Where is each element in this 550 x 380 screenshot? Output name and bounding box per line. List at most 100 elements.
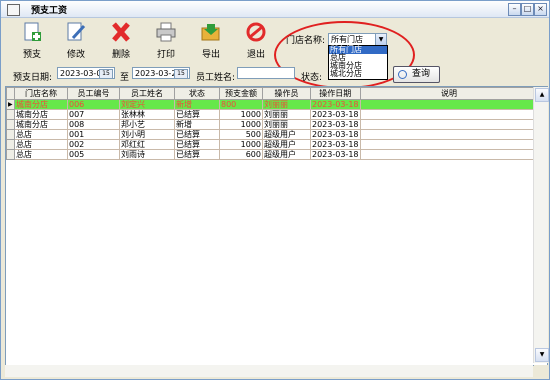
minimize-button[interactable]: –: [508, 3, 521, 16]
horizontal-scrollbar[interactable]: [5, 365, 533, 377]
resize-grip[interactable]: [534, 365, 548, 377]
row-indicator: [6, 109, 15, 120]
table-cell[interactable]: 超级用户: [262, 129, 311, 140]
delete-button[interactable]: 删除: [104, 22, 138, 62]
table-row[interactable]: 城南分店 007 张林林 已结算 1000 刘丽丽 2023-03-18: [6, 109, 539, 120]
table-cell[interactable]: 2023-03-18: [310, 129, 361, 140]
table-cell[interactable]: [359, 119, 539, 130]
table-cell[interactable]: 006: [67, 99, 120, 110]
query-label: 查询: [412, 69, 431, 79]
table-cell[interactable]: 总店: [14, 149, 68, 160]
table-cell[interactable]: 1000: [219, 119, 263, 130]
column-header[interactable]: 说明: [359, 87, 539, 100]
table-cell[interactable]: 005: [67, 149, 120, 160]
table-cell[interactable]: 刘定兴: [119, 99, 175, 110]
app-window: 预支工资 – □ × 预支 修改 删除 打印 导出 退出 门店名称: 所有门店 …: [0, 0, 550, 380]
table-cell[interactable]: 刘丽丽: [262, 119, 311, 130]
row-indicator: [6, 149, 15, 160]
vertical-scrollbar[interactable]: ▲ ▼: [533, 87, 549, 363]
employee-name-label: 员工姓名:: [196, 73, 236, 83]
advance-table: 门店名称 员工编号 员工姓名 状态 预支金额 操作员 操作日期 说明 ▶ 城南分…: [5, 86, 548, 366]
table-cell[interactable]: 001: [67, 129, 120, 140]
edit-button[interactable]: 修改: [59, 22, 93, 62]
table-cell[interactable]: 1000: [219, 139, 263, 150]
maximize-button[interactable]: □: [521, 3, 534, 16]
status-label: 状态:: [301, 73, 323, 83]
to-label: 至: [120, 73, 130, 83]
table-cell[interactable]: 2023-03-18: [310, 99, 361, 110]
export-icon: [200, 22, 222, 42]
table-cell[interactable]: 超级用户: [262, 149, 311, 160]
table-cell[interactable]: 超级用户: [262, 139, 311, 150]
column-header[interactable]: 员工姓名: [119, 87, 175, 100]
table-row[interactable]: 总店 001 刘小明 已结算 500 超级用户 2023-03-18: [6, 129, 539, 140]
table-cell[interactable]: 城南分店: [14, 99, 68, 110]
table-cell[interactable]: 刘雨诗: [119, 149, 175, 160]
advance-button[interactable]: 预支: [15, 22, 49, 62]
table-row[interactable]: ▶ 城南分店 006 刘定兴 新增 800 刘丽丽 2023-03-18: [6, 99, 539, 110]
table-cell[interactable]: [359, 109, 539, 120]
table-cell[interactable]: 1000: [219, 109, 263, 120]
row-pointer-icon: ▶: [6, 99, 15, 110]
table-cell[interactable]: 007: [67, 109, 120, 120]
employee-name-input[interactable]: [237, 67, 295, 79]
table-row[interactable]: 总店 002 邓红红 已结算 1000 超级用户 2023-03-18: [6, 139, 539, 150]
column-header[interactable]: 员工编号: [67, 87, 120, 100]
column-header[interactable]: 操作员: [262, 87, 311, 100]
table-cell[interactable]: [359, 99, 539, 110]
table-cell[interactable]: 600: [219, 149, 263, 160]
table-cell[interactable]: 总店: [14, 139, 68, 150]
query-button[interactable]: 查询: [393, 66, 440, 83]
scroll-down-icon[interactable]: ▼: [535, 348, 549, 362]
table-cell[interactable]: 刘丽丽: [262, 109, 311, 120]
delete-x-icon: [110, 22, 132, 42]
table-cell[interactable]: 张林林: [119, 109, 175, 120]
table-cell[interactable]: [359, 129, 539, 140]
column-header[interactable]: 状态: [174, 87, 220, 100]
table-cell[interactable]: 邓红红: [119, 139, 175, 150]
table-cell[interactable]: 500: [219, 129, 263, 140]
printer-icon: [155, 22, 177, 42]
close-button[interactable]: ×: [534, 3, 547, 16]
table-cell[interactable]: 002: [67, 139, 120, 150]
table-cell[interactable]: 2023-03-18: [310, 119, 361, 130]
table-cell[interactable]: 邦小艺: [119, 119, 175, 130]
table-cell[interactable]: 城南分店: [14, 119, 68, 130]
table-cell[interactable]: 已结算: [174, 139, 220, 150]
window-title: 预支工资: [31, 6, 68, 16]
table-cell[interactable]: 800: [219, 99, 263, 110]
exit-button[interactable]: 退出: [239, 22, 273, 62]
date-from-field[interactable]: 2023-03-01 15: [57, 67, 115, 79]
table-cell[interactable]: [359, 139, 539, 150]
calendar-icon[interactable]: 15: [174, 69, 188, 79]
table-row[interactable]: 总店 005 刘雨诗 已结算 600 超级用户 2023-03-18: [6, 149, 539, 160]
column-header[interactable]: 预支金额: [219, 87, 263, 100]
column-header[interactable]: 门店名称: [14, 87, 68, 100]
row-indicator: [6, 129, 15, 140]
table-cell[interactable]: 008: [67, 119, 120, 130]
edit-document-icon: [65, 22, 87, 42]
app-icon: [7, 4, 20, 16]
table-cell[interactable]: 2023-03-18: [310, 139, 361, 150]
table-cell[interactable]: 新增: [174, 119, 220, 130]
table-cell[interactable]: 2023-03-18: [310, 109, 361, 120]
exit-icon: [245, 22, 267, 42]
table-cell[interactable]: 2023-03-18: [310, 149, 361, 160]
date-to-field[interactable]: 2023-03-23 15: [132, 67, 190, 79]
filter-bar: 预支日期: 2023-03-01 15 至 2023-03-23 15 员工姓名…: [1, 64, 549, 84]
table-row[interactable]: 城南分店 008 邦小艺 新增 1000 刘丽丽 2023-03-18: [6, 119, 539, 130]
calendar-icon[interactable]: 15: [99, 69, 113, 79]
table-cell[interactable]: 新增: [174, 99, 220, 110]
table-cell[interactable]: 已结算: [174, 149, 220, 160]
table-cell[interactable]: 已结算: [174, 129, 220, 140]
table-cell[interactable]: [359, 149, 539, 160]
column-header[interactable]: 操作日期: [310, 87, 361, 100]
print-button[interactable]: 打印: [149, 22, 183, 62]
table-cell[interactable]: 刘丽丽: [262, 99, 311, 110]
export-button[interactable]: 导出: [194, 22, 228, 62]
scroll-up-icon[interactable]: ▲: [535, 88, 549, 102]
table-cell[interactable]: 城南分店: [14, 109, 68, 120]
table-cell[interactable]: 总店: [14, 129, 68, 140]
table-cell[interactable]: 已结算: [174, 109, 220, 120]
table-cell[interactable]: 刘小明: [119, 129, 175, 140]
